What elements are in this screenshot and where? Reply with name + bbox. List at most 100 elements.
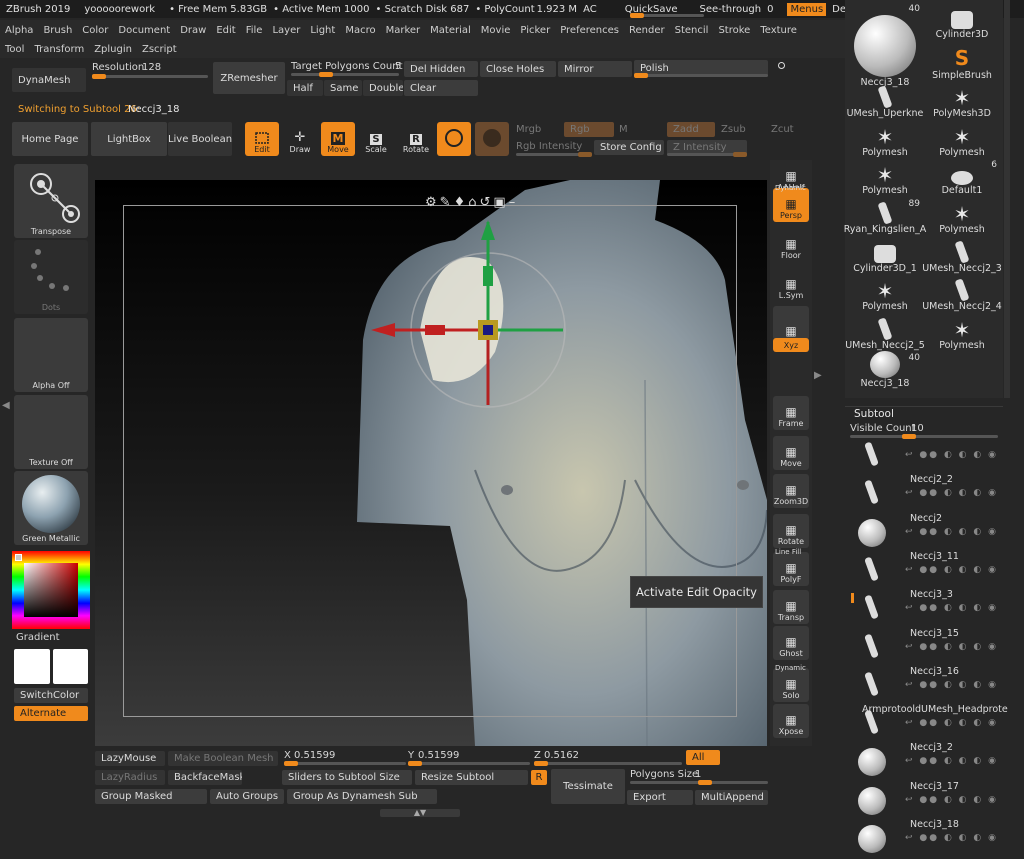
subtool-toggles[interactable]: ↩ ●● ◐ ◐ ◐ ◉ [905,833,998,843]
rotate-button[interactable]: R Rotate [399,122,433,156]
menu-brush[interactable]: Brush [38,25,77,36]
menu-movie[interactable]: Movie [476,25,516,36]
all-button[interactable]: All [686,750,720,765]
target-polygons-knob[interactable] [319,72,333,77]
tool-thumb-umesh_uperkne[interactable]: UMesh_Uperkne [846,81,924,119]
menu-layer[interactable]: Layer [267,25,305,36]
menu-zplugin[interactable]: Zplugin [89,44,137,55]
gizmo-pin-icon[interactable]: ✎ [440,195,454,210]
tool-thumb-cylinder3d[interactable]: Cylinder3D [923,2,1001,40]
gizmo-reset-icon[interactable]: ↺ [479,195,493,210]
menu-stroke[interactable]: Stroke [713,25,755,36]
seethrough-label[interactable]: See-through [700,4,762,15]
shelf-transp-button[interactable]: ▦ Transp [773,590,809,624]
shelf-polyf-button[interactable]: ▦ PolyF [773,552,809,586]
move-button[interactable]: M Move [321,122,355,156]
canvas-viewport[interactable]: ⚙✎♦⌂↺▣– Activate Edit Opacity [95,180,767,746]
shelf-xyz-button[interactable]: Xyz [773,338,809,352]
backfacemask-button[interactable]: BackfaceMask [168,770,242,785]
lightbox-button[interactable]: LightBox [91,122,167,156]
menu-preferences[interactable]: Preferences [555,25,624,36]
subtool-item[interactable]: Neccj3_18 ↩ ●● ◐ ◐ ◐ ◉ [850,819,1000,859]
subtool-toggles[interactable]: ↩ ●● ◐ ◐ ◐ ◉ [905,603,998,613]
draw-button[interactable]: ✛ Draw [284,122,316,156]
zsub-label[interactable]: Zsub [721,124,746,135]
close-holes-button[interactable]: Close Holes [480,61,556,77]
subtool-toggles[interactable]: ↩ ●● ◐ ◐ ◐ ◉ [905,527,998,537]
menu-picker[interactable]: Picker [515,25,555,36]
gizmo-location-icon[interactable]: ♦ [454,195,469,210]
material-button[interactable]: Green Metallic [14,471,88,545]
menu-texture[interactable]: Texture [755,25,802,36]
shelf-persp-button[interactable]: ▦ Persp [773,188,809,222]
left-collapse-icon[interactable]: ◀ [2,400,10,424]
tool-thumb-umesh_neccj2_4[interactable]: UMesh_Neccj2_4 [922,274,1002,312]
y-knob[interactable] [408,761,422,766]
zremesher-button[interactable]: ZRemesher [213,62,285,94]
tool-thumb-default1[interactable]: Default1 6 [923,158,1001,196]
switchcolor-button[interactable]: SwitchColor [14,688,88,703]
subtool-item[interactable]: Neccj3_17 ↩ ●● ◐ ◐ ◐ ◉ [850,781,1000,821]
sculptris-button[interactable] [475,122,509,156]
shelf-item-6-button[interactable] [773,362,809,376]
subtool-toggles[interactable]: ↩ ●● ◐ ◐ ◐ ◉ [905,488,998,498]
secondary-color-swatch[interactable] [53,649,88,684]
menu-tool[interactable]: Tool [0,44,29,55]
rgb-intensity-slider[interactable] [516,152,592,157]
shelf-zoom3d-button[interactable]: ▦ Zoom3D [773,474,809,508]
gizmo-dash-icon[interactable]: – [509,195,519,210]
live-boolean-button[interactable]: Live Boolean [168,122,232,156]
gizmo-settings-icon[interactable]: ⚙ [425,195,440,210]
x-slider[interactable] [284,761,406,766]
tool-thumb-polymesh[interactable]: ✶ Polymesh [923,120,1001,158]
subtool-item[interactable]: Neccj2_2 ↩ ●● ◐ ◐ ◐ ◉ [850,474,1000,514]
z-intensity-knob[interactable] [733,152,747,157]
menu-marker[interactable]: Marker [381,25,426,36]
shelf-item-4-button[interactable]: ▦ [773,306,809,340]
shelf-xpose-button[interactable]: ▦ Xpose [773,704,809,738]
gizmo-button[interactable] [437,122,471,156]
group-as-dynamesh-button[interactable]: Group As Dynamesh Sub [287,789,437,804]
x-knob[interactable] [284,761,298,766]
menu-file[interactable]: File [241,25,268,36]
color-picker-marker[interactable] [15,554,22,561]
shelf-frame-button[interactable]: ▦ Frame [773,396,809,430]
subtool-toggles[interactable]: ↩ ●● ◐ ◐ ◐ ◉ [905,642,998,652]
r-button[interactable]: R [531,770,547,785]
store-config-button[interactable]: Store Config [594,140,664,155]
menu-edit[interactable]: Edit [211,25,240,36]
scale-button[interactable]: S Scale [360,122,392,156]
home-page-button[interactable]: Home Page [12,122,88,156]
tool-thumb-polymesh[interactable]: ✶ Polymesh [846,274,924,312]
gizmo-top-icons[interactable]: ⚙✎♦⌂↺▣– [425,195,518,210]
tool-thumb-umesh_neccj2_3[interactable]: UMesh_Neccj2_3 [922,236,1002,274]
subtool-item[interactable]: Neccj3_15 ↩ ●● ◐ ◐ ◐ ◉ [850,628,1000,668]
right-collapse-icon[interactable]: ▶ [814,370,822,394]
subtool-item[interactable]: ↩ ●● ◐ ◐ ◐ ◉ [850,438,1000,476]
shelf-lsym-button[interactable]: ▦ L.Sym [773,268,809,302]
subtool-item[interactable]: Neccj3_3 ↩ ●● ◐ ◐ ◐ ◉ [850,589,1000,629]
resolution-knob[interactable] [92,74,106,79]
sliders-to-subtool-button[interactable]: Sliders to Subtool Size [282,770,412,785]
tessimate-button[interactable]: Tessimate [551,769,625,804]
tool-thumb-polymesh[interactable]: ✶ Polymesh [923,197,1001,235]
lazymouse-button[interactable]: LazyMouse [95,751,165,766]
subtool-toggles[interactable]: ↩ ●● ◐ ◐ ◐ ◉ [905,450,998,460]
tool-thumb-polymesh[interactable]: ✶ Polymesh [846,158,924,196]
shelf-item-7-button[interactable] [773,378,809,392]
alternate-button[interactable]: Alternate [14,706,88,721]
menu-render[interactable]: Render [624,25,670,36]
menu-color[interactable]: Color [77,25,113,36]
menu-alpha[interactable]: Alpha [0,25,38,36]
tool-thumb-neccj3_18[interactable]: Neccj3_18 40 [846,351,924,389]
gizmo-home-icon[interactable]: ⌂ [468,195,479,210]
menus-button[interactable]: Menus [787,2,827,16]
tool-thumb-ryan_kingslien_a[interactable]: Ryan_Kingslien_A 89 [844,197,927,235]
clear-button[interactable]: Clear [404,80,478,96]
subtool-title[interactable]: Subtool [854,408,894,420]
tool-thumb-simplebrush[interactable]: S SimpleBrush [923,43,1001,81]
mrgb-label[interactable]: Mrgb [516,124,541,135]
mirror-button[interactable]: Mirror [558,61,632,77]
make-boolean-button[interactable]: Make Boolean Mesh [168,751,278,766]
subtool-scroll-marker[interactable] [851,593,854,603]
